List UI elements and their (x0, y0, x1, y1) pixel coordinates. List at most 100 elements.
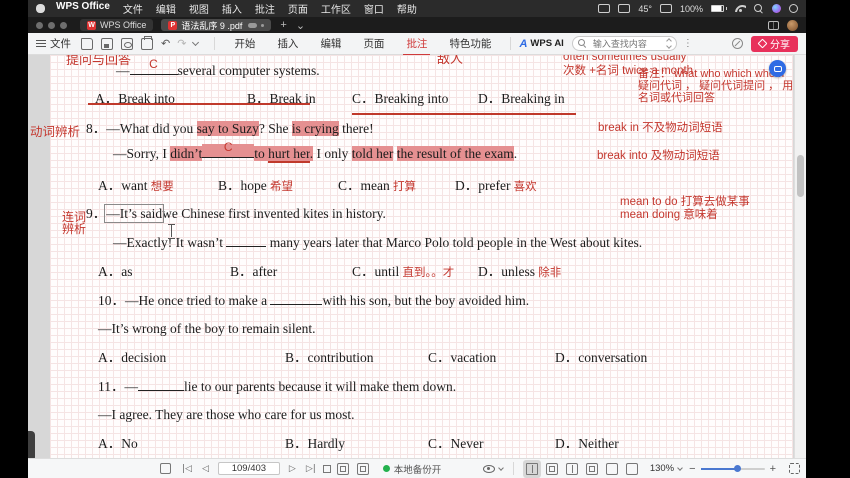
zoom-in-button[interactable]: + (770, 463, 776, 475)
tab-list-dropdown[interactable]: ⌄ (296, 19, 305, 32)
history-dropdown-icon[interactable] (192, 39, 199, 46)
tab-document[interactable]: P 语法乱序 9 .pdf (161, 19, 271, 31)
document-area[interactable]: 提问与回答敌人often sometimes usually次数 +名词 twi… (28, 55, 806, 458)
search-input[interactable] (591, 38, 651, 50)
wps-ai-button[interactable]: WPS AI (530, 38, 563, 49)
unsaved-dot-icon (261, 24, 264, 27)
print-icon[interactable] (141, 38, 153, 50)
share-button[interactable]: 分享 (751, 36, 798, 52)
menubar-item-5[interactable]: 批注 (255, 1, 275, 16)
do-not-disturb-icon[interactable] (732, 38, 743, 49)
first-page-button[interactable]: |◁ (182, 464, 192, 474)
spotlight-icon[interactable] (754, 4, 764, 14)
doc-text-segment: 9． (86, 206, 106, 221)
user-avatar[interactable] (787, 20, 798, 31)
two-page-icon[interactable] (566, 463, 578, 475)
page-thumbnail-icon[interactable] (160, 463, 171, 474)
next-page-button[interactable]: ▷ (289, 464, 296, 474)
menubar-item-8[interactable]: 窗口 (364, 1, 384, 16)
wifi-icon[interactable] (735, 5, 746, 12)
doc-text-line: —Sorry, I didn’tCto hurt her. I only tol… (113, 144, 517, 164)
single-page-icon[interactable] (546, 463, 558, 475)
doc-text-segment: ? She (259, 121, 292, 136)
red-note-text: 希望 (267, 181, 293, 193)
minimize-window-button[interactable] (48, 22, 55, 29)
find-prev-next[interactable] (667, 39, 671, 48)
app-status-icon[interactable] (660, 4, 672, 13)
input-source-icon[interactable] (598, 4, 610, 13)
divider (214, 37, 215, 50)
zoom-slider[interactable] (701, 468, 765, 470)
answer-blank: C (130, 61, 178, 75)
menubar-item-9[interactable]: 帮助 (397, 1, 417, 16)
screenshot-icon[interactable] (618, 4, 630, 13)
backup-status-icon (383, 465, 390, 472)
ribbon-tab-页面[interactable]: 页面 (363, 36, 384, 51)
page-number-input[interactable]: 109/403 (218, 462, 280, 475)
ink-annotation: 敌人 (437, 55, 463, 66)
control-center-icon[interactable] (789, 4, 798, 13)
backup-status-label[interactable]: 本地备份开 (394, 462, 442, 476)
auto-scroll-icon[interactable] (337, 463, 349, 475)
undo-icon[interactable]: ↶ (161, 37, 170, 50)
ink-annotation: 辨析 (62, 223, 86, 236)
doc-text-segment: —It’s said (106, 206, 162, 221)
menubar-item-1[interactable]: 文件 (123, 1, 143, 16)
doc-text-segment: several computer systems. (178, 63, 320, 78)
eye-protection-icon[interactable] (483, 465, 495, 473)
cloud-sync-icon (248, 23, 257, 28)
apple-icon[interactable] (36, 4, 45, 13)
doc-text-segment: —Sorry, I (113, 146, 170, 161)
handwritten-answer: C (149, 58, 158, 70)
zoom-dropdown-icon[interactable] (677, 465, 683, 471)
save-icon[interactable] (101, 38, 113, 50)
menubar-item-4[interactable]: 插入 (222, 1, 242, 16)
zoom-out-button[interactable]: − (689, 463, 695, 475)
fit-page-icon[interactable] (586, 463, 598, 475)
menu-icon[interactable] (36, 40, 46, 47)
bookmark-view-icon[interactable] (626, 463, 638, 475)
ribbon-tab-批注[interactable]: 批注 (406, 36, 427, 51)
zoom-slider-knob[interactable] (734, 465, 741, 472)
scrollbar-thumb[interactable] (797, 155, 804, 197)
fullscreen-icon[interactable] (789, 463, 800, 474)
ribbon-tab-开始[interactable]: 开始 (234, 36, 255, 51)
menubar-item-3[interactable]: 视图 (189, 1, 209, 16)
ribbon-tab-特色功能[interactable]: 特色功能 (449, 36, 491, 51)
file-menu-button[interactable]: 文件 (50, 36, 71, 51)
play-mode-icon[interactable] (357, 463, 369, 475)
menubar-item-2[interactable]: 编辑 (156, 1, 176, 16)
doc-text-line: 10．—He once tried to make a with his son… (98, 291, 529, 311)
vertical-scrollbar[interactable] (794, 55, 806, 458)
menubar-item-0[interactable]: WPS Office (56, 1, 110, 16)
ribbon-tab-编辑[interactable]: 编辑 (320, 36, 341, 51)
doc-text-segment: there! (339, 121, 374, 136)
new-tab-button[interactable]: + (280, 19, 286, 31)
siri-icon[interactable] (772, 4, 781, 13)
print-preview-icon[interactable] (121, 38, 133, 50)
doc-text-line: 8．—What did you say to Suzy? She is cryi… (86, 119, 374, 139)
split-view-icon[interactable] (768, 21, 779, 30)
crop-view-icon[interactable] (606, 463, 618, 475)
menubar-item-6[interactable]: 页面 (288, 1, 308, 16)
open-icon[interactable] (81, 38, 93, 50)
eye-dropdown-icon[interactable] (498, 465, 504, 471)
last-page-button[interactable]: ▷| (306, 464, 316, 474)
prev-page-button[interactable]: ◁ (202, 464, 209, 474)
screen: WPS Office文件编辑视图插入批注页面工作区窗口帮助 45° 100% W (0, 0, 850, 478)
doc-text-line: D．unless 除非 (478, 262, 561, 282)
red-note-text: 打算 (390, 181, 416, 193)
sidebar-collapse-handle[interactable] (28, 431, 35, 458)
zoom-level-label[interactable]: 130% (650, 463, 674, 474)
assistant-floating-button[interactable] (769, 60, 786, 77)
red-note-text: 直到。。才 (399, 267, 454, 279)
more-options-icon[interactable]: ⋮ (683, 38, 693, 49)
fit-width-icon[interactable] (526, 463, 538, 475)
redo-icon[interactable]: ↷ (177, 37, 186, 50)
tab-home[interactable]: W WPS Office (80, 19, 153, 31)
zoom-window-button[interactable] (60, 22, 67, 29)
menubar-item-7[interactable]: 工作区 (321, 1, 351, 16)
ribbon-tab-插入[interactable]: 插入 (277, 36, 298, 51)
close-window-button[interactable] (36, 22, 43, 29)
doc-text-segment: B．after (230, 264, 277, 279)
